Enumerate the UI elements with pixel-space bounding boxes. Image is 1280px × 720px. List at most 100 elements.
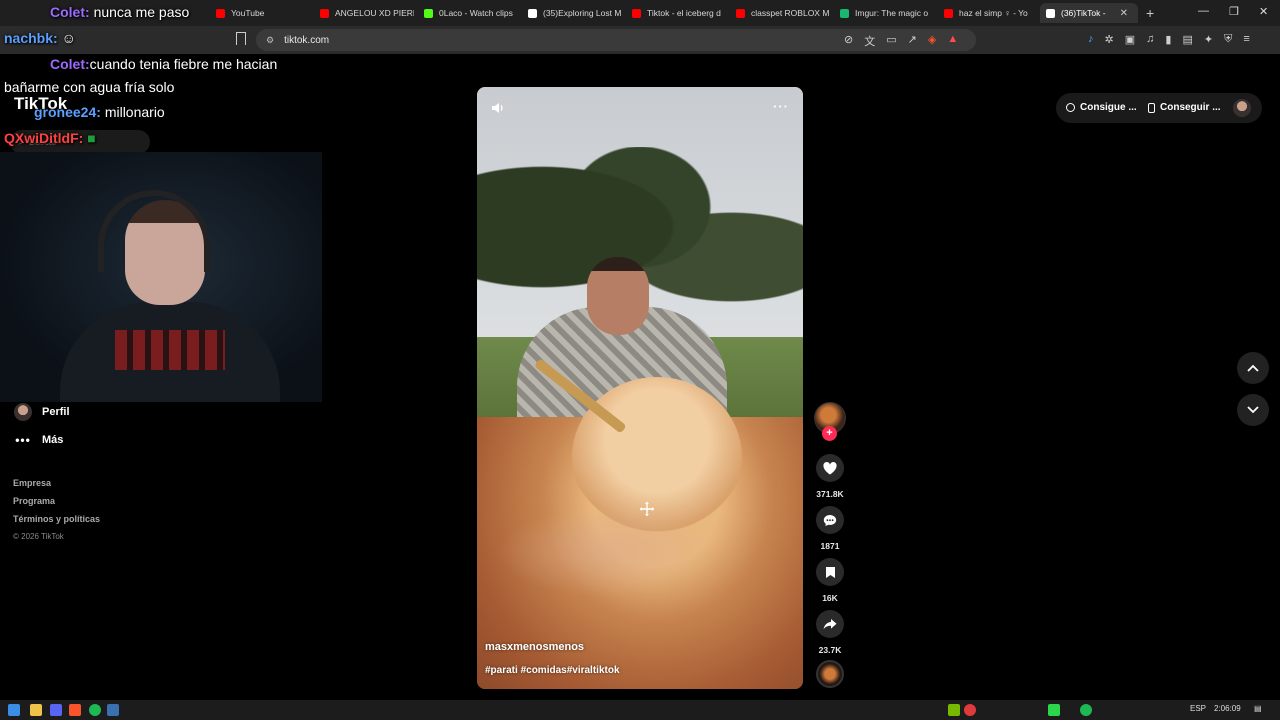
bookmark-icon[interactable] [236, 32, 246, 45]
clock[interactable]: 2:06:09 [1214, 704, 1241, 713]
chevron-down-icon [1247, 406, 1259, 414]
copyright: © 2026 TikTok [13, 532, 64, 541]
chat-message: bañarme con agua fría solo [4, 79, 175, 95]
tray-icon[interactable] [1080, 704, 1092, 716]
share-button[interactable] [816, 610, 844, 638]
music-disc-icon[interactable] [816, 660, 844, 688]
nvidia-icon[interactable] [948, 704, 960, 716]
browser-tab-active[interactable]: (36)TikTok - ✕ [1040, 3, 1138, 23]
omnibox-actions: ⊘ 文 ▭ ↗ ◈ ▲ [844, 33, 958, 49]
bookmark-icon [825, 566, 835, 578]
youtube-icon [216, 8, 225, 18]
video-hashtags[interactable]: #parati #comidas#viraltiktok [485, 665, 620, 676]
video-author[interactable]: masxmenosmenos [485, 641, 584, 653]
save-count: 16K [822, 593, 838, 603]
phone-icon [1148, 102, 1155, 113]
cast-icon[interactable]: ▭ [886, 33, 896, 49]
vpn-icon[interactable]: ⛨ [1224, 33, 1232, 46]
tiktok-icon [528, 8, 537, 18]
leo-icon[interactable]: ✦ [1204, 33, 1213, 46]
app-icon[interactable] [107, 704, 119, 716]
share-count: 23.7K [818, 645, 842, 655]
menu-icon[interactable]: ≡ [1243, 33, 1249, 46]
browser-tab[interactable]: 0Laco - Watch clips [418, 3, 518, 23]
save-button[interactable] [816, 558, 844, 586]
tray-icon[interactable] [964, 704, 976, 716]
browser-tab[interactable]: classpet ROBLOX M [730, 3, 830, 23]
brave-rewards-icon[interactable]: ▲ [947, 33, 958, 49]
browser-tab-strip: YouTube ANGELOU XD PIERD 0Laco - Watch c… [0, 0, 1280, 26]
browser-tab[interactable]: ANGELOU XD PIERD [314, 3, 414, 23]
browser-tab[interactable]: YouTube [210, 3, 310, 23]
chat-message: nachbk: ☺ [4, 30, 76, 46]
webcam-shirt-print [115, 330, 225, 370]
chat-emote: ☺ [61, 30, 76, 46]
minimize-button[interactable]: — [1198, 5, 1209, 17]
screen: YouTube ANGELOU XD PIERD 0Laco - Watch c… [0, 0, 1280, 720]
spotify-icon[interactable] [89, 704, 101, 716]
imgur-icon [840, 8, 849, 18]
windows-start-icon[interactable] [8, 704, 20, 716]
more-options-icon[interactable]: ··· [773, 99, 789, 114]
comment-button[interactable] [816, 506, 844, 534]
like-count: 371.8K [816, 489, 844, 499]
notification-icon[interactable]: ▤ [1254, 704, 1262, 713]
cursor-move-icon [640, 502, 654, 516]
sidebar-item-more[interactable]: ••• Más [14, 433, 63, 447]
more-dots-icon: ••• [15, 433, 31, 447]
user-avatar[interactable] [1233, 99, 1251, 117]
video-player[interactable]: ··· masxmenosmenos #parati #comidas#vira… [477, 87, 803, 689]
footer-link-terms[interactable]: Términos y políticas [13, 514, 100, 532]
address-text: tiktok.com [284, 34, 330, 46]
share-icon[interactable]: ↗ [908, 33, 917, 49]
chat-message: gronee24: millonario [34, 104, 165, 120]
sidebar-icon[interactable]: ▮ [1165, 33, 1171, 46]
tray-icon[interactable] [1048, 704, 1060, 716]
footer-link-company[interactable]: Empresa [13, 478, 100, 496]
browser-tab[interactable]: Tiktok - el iceberg d [626, 3, 726, 23]
browser-tab[interactable]: (35)Exploring Lost M [522, 3, 622, 23]
heart-icon [823, 461, 837, 474]
streamer-webcam [0, 152, 322, 402]
close-window-button[interactable]: ✕ [1259, 5, 1268, 18]
discord-icon[interactable] [50, 704, 62, 716]
get-coins-button[interactable]: Consigue ... [1066, 102, 1137, 113]
file-explorer-icon[interactable] [30, 704, 42, 716]
chat-message: Colet:cuando tenia fiebre me hacian [50, 56, 278, 72]
wallet-icon[interactable]: ▤ [1182, 33, 1192, 46]
audio-icon[interactable]: ♪ [1088, 33, 1094, 46]
coin-icon [1066, 103, 1075, 112]
next-video-button[interactable] [1237, 394, 1269, 426]
comment-icon [823, 514, 837, 526]
kick-icon [424, 8, 433, 18]
new-tab-button[interactable]: + [1146, 5, 1154, 21]
browser-tab[interactable]: haz el simp ♀ - Yo [938, 3, 1038, 23]
top-actions: Consigue ... Conseguir ... [1056, 93, 1262, 123]
youtube-icon [320, 8, 329, 18]
extensions-icon[interactable]: ✲ [1105, 33, 1114, 46]
share-arrow-icon [823, 619, 837, 630]
brave-icon[interactable] [69, 704, 81, 716]
media-icon[interactable]: ♫ [1146, 33, 1154, 46]
browser-tab[interactable]: Imgur: The magic o [834, 3, 934, 23]
sidebar-item-profile[interactable]: Perfil [14, 403, 70, 421]
previous-video-button[interactable] [1237, 352, 1269, 384]
like-button[interactable] [816, 454, 844, 482]
screenshot-icon[interactable]: ▣ [1125, 33, 1135, 46]
chevron-up-icon [1247, 364, 1259, 372]
follow-button[interactable]: + [822, 426, 837, 441]
chat-message: QXwiDitldF: ■ [4, 130, 96, 146]
translate-icon[interactable]: 文 [864, 33, 875, 49]
reader-icon[interactable]: ⊘ [844, 33, 853, 49]
language-indicator[interactable]: ESP [1190, 704, 1206, 713]
brave-shield-icon[interactable]: ◈ [928, 33, 936, 49]
toolbar-extensions: ♪ ✲ ▣ ♫ ▮ ▤ ✦ ⛨ ≡ [1088, 33, 1250, 46]
windows-taskbar: ESP 2:06:09 ▤ [0, 700, 1280, 720]
restore-button[interactable]: ❐ [1229, 5, 1239, 18]
sound-icon[interactable] [491, 101, 505, 115]
site-info-icon[interactable]: ⚙ [266, 35, 274, 46]
close-tab-icon[interactable]: ✕ [1120, 8, 1128, 19]
footer-link-program[interactable]: Programa [13, 496, 100, 514]
footer-links: Empresa Programa Términos y políticas © … [13, 478, 100, 550]
get-app-button[interactable]: Conseguir ... [1148, 102, 1221, 113]
